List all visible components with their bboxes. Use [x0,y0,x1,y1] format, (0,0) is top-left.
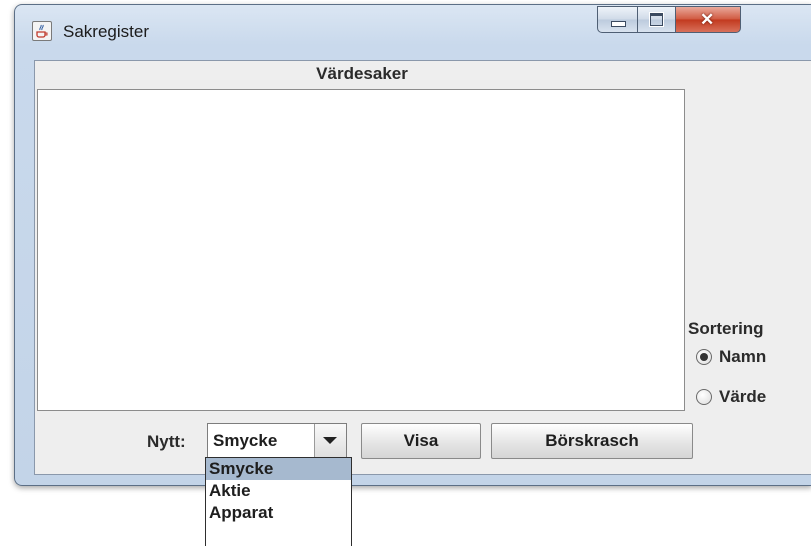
radio-namn[interactable] [696,349,712,365]
caption-buttons: ✕ [597,6,741,33]
valuables-list[interactable] [37,89,685,411]
radio-varde[interactable] [696,389,712,405]
visa-button[interactable]: Visa [361,423,481,459]
borskrasch-button[interactable]: Börskrasch [491,423,693,459]
item-type-combobox[interactable]: Smycke [207,423,347,459]
sort-option-namn[interactable]: Namn [696,347,766,367]
nytt-label: Nytt: [147,432,186,451]
list-title: Värdesaker [316,64,408,83]
dropdown-item-aktie[interactable]: Aktie [206,480,351,502]
radio-namn-label: Namn [719,347,767,366]
chevron-down-icon[interactable] [314,424,346,458]
client-area: Värdesaker Sortering Namn Värde Nytt: Sm… [34,60,811,475]
title-bar[interactable]: Sakregister ✕ [15,5,811,57]
sort-label: Sortering [688,319,764,338]
minimize-button[interactable] [597,6,638,33]
window-title: Sakregister [63,22,149,41]
combo-selected-value: Smycke [213,431,278,450]
application-window: Sakregister ✕ Värdesaker Sortering Namn … [14,4,811,486]
maximize-icon [649,12,664,27]
sort-option-varde[interactable]: Värde [696,387,766,407]
maximize-button[interactable] [638,6,676,33]
close-icon: ✕ [700,10,715,29]
dropdown-item-apparat[interactable]: Apparat [206,502,351,524]
dropdown-item-smycke[interactable]: Smycke [206,458,351,480]
close-button[interactable]: ✕ [676,6,741,33]
combo-dropdown-list: Smycke Aktie Apparat [205,457,352,546]
java-cup-icon[interactable] [32,21,52,41]
minimize-icon [611,21,626,27]
radio-varde-label: Värde [719,387,767,406]
